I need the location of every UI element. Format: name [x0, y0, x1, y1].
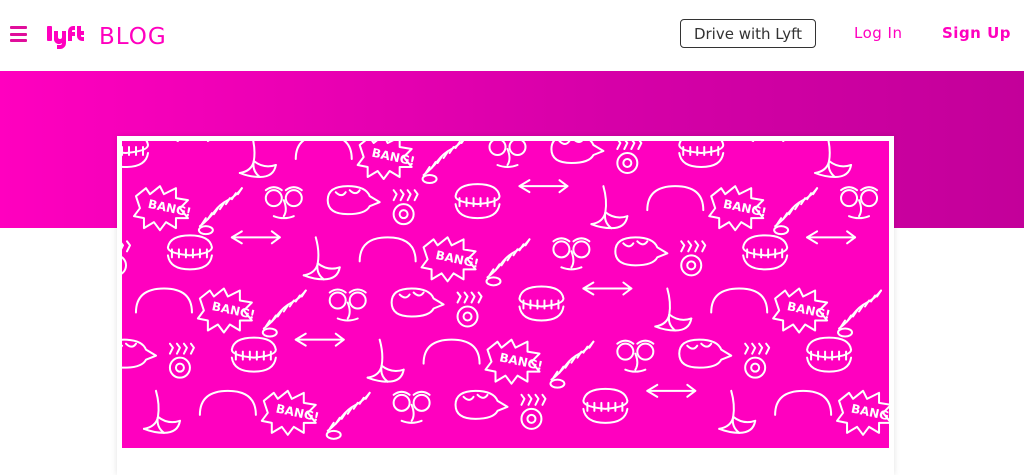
arrow-doodle: [518, 179, 569, 194]
featured-post-card[interactable]: BANG! BANG! BANG! BANG! BANG! BANG! BANG! BANG!…: [117, 136, 894, 475]
arch-doodle: [422, 338, 481, 365]
banana-peel-doodle: [718, 389, 757, 434]
arrow-doodle: [230, 230, 281, 245]
teeth-doodle: [678, 141, 725, 168]
disguise-glasses-doodle: [552, 237, 591, 271]
arch-doodle: [710, 287, 769, 314]
banana-peel-doodle: [814, 141, 853, 178]
featured-post-image[interactable]: BANG! BANG! BANG! BANG! BANG! BANG! BANG! BANG!…: [122, 141, 889, 448]
banana-peel-doodle: [590, 185, 629, 230]
spring-snake-doodle: [421, 141, 465, 184]
lyft-logo-icon: [47, 26, 84, 49]
disguise-glasses-doodle: [392, 390, 431, 424]
bang-burst-doodle: BANG!: [484, 338, 544, 385]
svg-text:BANG!: BANG!: [850, 401, 889, 424]
teeth-doodle: [230, 336, 277, 373]
whoopee-cushion-doodle: [678, 338, 733, 369]
arrow-doodle: [582, 281, 633, 296]
banana-peel-doodle: [654, 287, 693, 332]
teeth-doodle: [518, 285, 565, 322]
arch-doodle: [774, 389, 833, 416]
banana-peel-doodle: [302, 236, 341, 281]
whoopee-cushion-doodle: [614, 236, 669, 267]
joy-buzzer-doodle: [680, 240, 707, 277]
spring-snake-doodle: [261, 289, 307, 338]
teeth-doodle: [742, 234, 789, 271]
bang-burst-doodle: BANG!: [420, 236, 480, 283]
bang-burst-doodle: BANG!: [356, 141, 416, 180]
bang-burst-doodle: BANG!: [836, 389, 889, 436]
login-link[interactable]: Log In: [854, 24, 903, 42]
joy-buzzer-doodle: [520, 393, 547, 430]
joy-buzzer-doodle: [122, 240, 131, 275]
disguise-glasses-doodle: [264, 186, 303, 220]
arch-doodle: [134, 287, 193, 314]
banana-peel-doodle: [142, 389, 181, 434]
blog-label[interactable]: BLOG: [99, 24, 167, 50]
disguise-glasses-doodle: [616, 339, 655, 373]
spring-snake-doodle: [549, 340, 595, 389]
spring-snake-doodle: [773, 187, 819, 236]
banana-peel-doodle: [366, 338, 405, 383]
spring-snake-doodle: [837, 289, 883, 338]
bang-burst-doodle: BANG!: [196, 287, 256, 334]
teeth-doodle: [454, 183, 501, 220]
arrow-doodle: [806, 230, 857, 245]
teeth-doodle: [166, 234, 213, 271]
joy-buzzer-doodle: [616, 141, 643, 174]
arch-doodle: [294, 141, 353, 160]
signup-link[interactable]: Sign Up: [942, 24, 1011, 42]
disguise-glasses-doodle: [488, 141, 527, 168]
disguise-glasses-doodle: [328, 288, 367, 322]
joy-buzzer-doodle: [456, 291, 483, 328]
spring-snake-doodle: [197, 187, 243, 236]
banana-peel-doodle: [238, 141, 277, 178]
bang-burst-doodle: BANG!: [132, 185, 193, 232]
whoopee-cushion-doodle: [326, 185, 381, 216]
bang-burst-doodle: BANG!: [260, 389, 320, 436]
disguise-glasses-doodle: [840, 186, 879, 220]
bang-burst-doodle: BANG!: [772, 287, 832, 334]
spring-snake-doodle: [485, 238, 531, 287]
arrow-doodle: [646, 383, 697, 398]
teeth-doodle: [806, 336, 853, 373]
arrow-doodle: [294, 332, 345, 347]
joy-buzzer-doodle: [744, 342, 771, 379]
joy-buzzer-doodle: [168, 342, 195, 379]
hamburger-menu-icon[interactable]: [10, 26, 28, 42]
spring-snake-doodle: [325, 391, 371, 440]
arch-doodle: [358, 236, 417, 263]
joy-buzzer-doodle: [392, 189, 419, 226]
whoopee-cushion-doodle: [122, 338, 157, 369]
site-header: BLOG Drive with Lyft Log In Sign Up: [0, 0, 1024, 71]
whoopee-cushion-doodle: [390, 287, 445, 318]
whoopee-cushion-doodle: [550, 141, 605, 164]
teeth-doodle: [122, 141, 149, 168]
arch-doodle: [646, 185, 705, 212]
drive-with-lyft-button[interactable]: Drive with Lyft: [680, 19, 816, 48]
teeth-doodle: [582, 387, 629, 424]
lyft-logo[interactable]: [46, 22, 88, 50]
whoopee-cushion-doodle: [454, 389, 509, 420]
bang-burst-doodle: BANG!: [708, 185, 768, 232]
pattern-illustration: BANG! BANG! BANG! BANG! BANG! BANG! BANG! BANG!…: [122, 141, 889, 440]
arch-doodle: [198, 389, 257, 416]
